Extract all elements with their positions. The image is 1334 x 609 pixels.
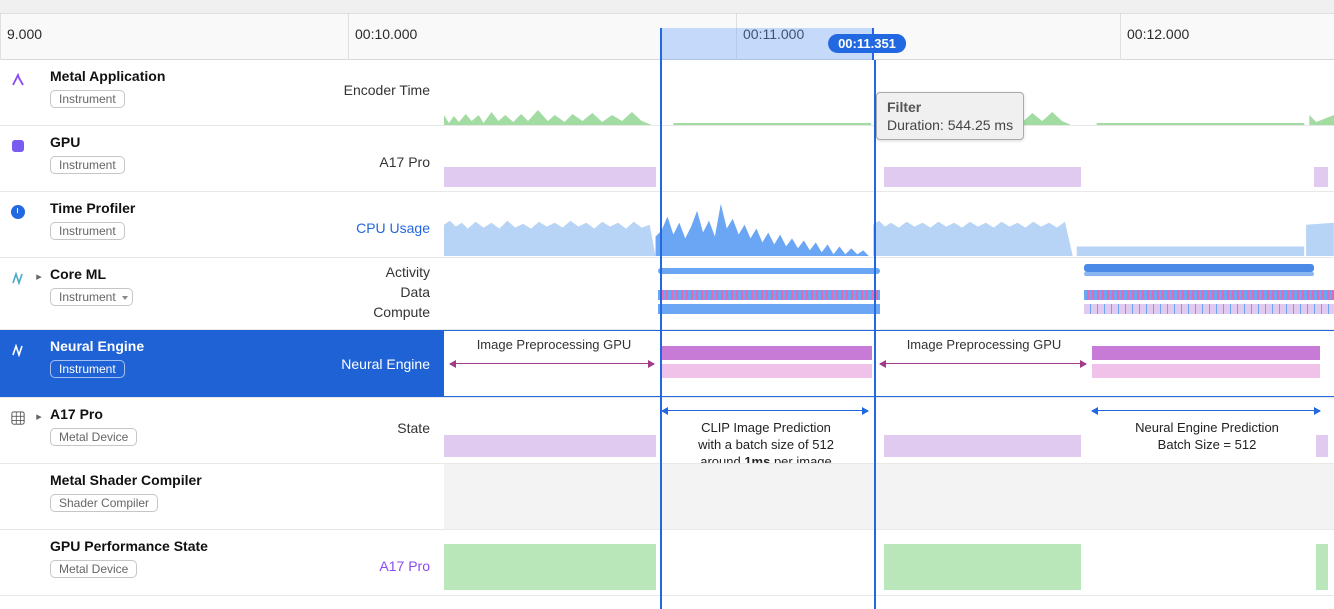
instrument-badge[interactable]: Instrument: [50, 360, 125, 378]
track-sublabel: Activity: [386, 264, 430, 280]
neural-engine-icon: [11, 343, 25, 357]
track-sublabel: State: [397, 420, 430, 436]
instrument-badge[interactable]: Instrument: [50, 90, 125, 108]
track-graph[interactable]: [444, 192, 1334, 257]
metal-icon: [11, 73, 25, 87]
track-sublabel: Compute: [373, 304, 430, 320]
track-graph[interactable]: [444, 258, 1334, 329]
instrument-badge[interactable]: Instrument: [50, 222, 125, 240]
selection-tooltip: Filter Duration: 544.25 ms: [876, 92, 1024, 140]
current-time-pill: 00:11.351: [828, 34, 906, 53]
track-sublabel: A17 Pro: [379, 154, 430, 170]
coreml-icon: [11, 271, 25, 285]
track-sublabel: Encoder Time: [344, 82, 430, 98]
track-a17-pro[interactable]: ▸ A17 Pro Metal Device State CLIP Image …: [0, 398, 1334, 464]
annotation: Image Preprocessing GPU: [894, 337, 1074, 354]
disclosure-icon[interactable]: ▸: [32, 410, 46, 423]
tooltip-subtitle: Duration: 544.25 ms: [887, 117, 1013, 133]
grid-icon: [11, 411, 25, 425]
selection-end-line[interactable]: [874, 60, 876, 609]
track-sublabel: Data: [400, 284, 430, 300]
instrument-badge[interactable]: Instrument: [50, 156, 125, 174]
instrument-badge[interactable]: Instrument: [50, 288, 133, 306]
track-title: GPU Performance State: [50, 538, 432, 554]
annotation: Neural Engine Prediction Batch Size = 51…: [1100, 420, 1314, 454]
track-title: GPU: [50, 134, 432, 150]
track-title: Metal Shader Compiler: [50, 472, 432, 488]
clock-icon: [11, 205, 25, 219]
track-neural-engine[interactable]: ▸ Neural Engine Instrument Neural Engine…: [0, 330, 1334, 398]
selection-start-line[interactable]: [660, 60, 662, 609]
track-title: A17 Pro: [50, 406, 432, 422]
track-sublabel: Neural Engine: [341, 356, 430, 372]
track-time-profiler[interactable]: ▸ Time Profiler Instrument CPU Usage: [0, 192, 1334, 258]
track-metal-application[interactable]: ▸ Metal Application Instrument Encoder T…: [0, 60, 1334, 126]
track-sublabel: CPU Usage: [356, 220, 430, 236]
track-title: Neural Engine: [50, 338, 432, 354]
track-graph[interactable]: Image Preprocessing GPU Image Preprocess…: [444, 330, 1334, 397]
tooltip-title: Filter: [887, 99, 1013, 115]
timeline-tick: 00:10.000: [348, 14, 417, 60]
shader-compiler-badge[interactable]: Shader Compiler: [50, 494, 158, 512]
track-gpu[interactable]: ▸ GPU Instrument A17 Pro: [0, 126, 1334, 192]
timeline-tick: 9.000: [0, 14, 42, 60]
chip-icon: [12, 140, 24, 152]
annotation: CLIP Image Prediction with a batch size …: [666, 420, 866, 463]
metal-device-badge[interactable]: Metal Device: [50, 560, 137, 578]
metal-device-badge[interactable]: Metal Device: [50, 428, 137, 446]
track-title: Core ML: [50, 266, 432, 282]
track-shader-compiler[interactable]: ▸ Metal Shader Compiler Shader Compiler: [0, 464, 1334, 530]
track-graph[interactable]: [444, 530, 1334, 595]
track-graph[interactable]: CLIP Image Prediction with a batch size …: [444, 398, 1334, 463]
disclosure-icon[interactable]: ▸: [32, 270, 46, 283]
annotation: Image Preprocessing GPU: [464, 337, 644, 354]
timeline-ruler[interactable]: 9.000 00:10.000 00:11.000 00:12.000 00:1…: [0, 0, 1334, 60]
track-core-ml[interactable]: ▸ Core ML Instrument Activity Data Compu…: [0, 258, 1334, 330]
track-gpu-performance-state[interactable]: ▸ GPU Performance State Metal Device A17…: [0, 530, 1334, 596]
track-title: Time Profiler: [50, 200, 432, 216]
track-sublabel: A17 Pro: [379, 558, 430, 574]
track-graph[interactable]: [444, 464, 1334, 529]
timeline-tick: 00:12.000: [1120, 14, 1189, 60]
